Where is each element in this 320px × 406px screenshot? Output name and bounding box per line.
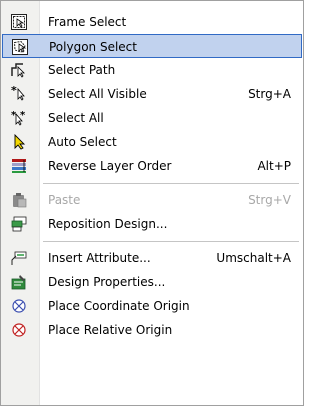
context-menu: Frame Select Polygon Select Select Path … xyxy=(0,0,304,406)
menu-item-shortcut: Strg+V xyxy=(248,193,291,207)
menu-item-select-path[interactable]: Select Path xyxy=(2,58,302,82)
menu-item-reposition-design[interactable]: Reposition Design... xyxy=(2,212,302,236)
menu-item-label: Reposition Design... xyxy=(48,217,168,231)
menu-item-label: Paste xyxy=(48,193,81,207)
menu-item-polygon-select[interactable]: Polygon Select xyxy=(2,34,302,58)
menu-separator xyxy=(43,241,299,242)
insert-attribute-icon xyxy=(10,249,28,267)
menu-item-place-relative-origin[interactable]: Place Relative Origin xyxy=(2,318,302,342)
place-relative-origin-icon xyxy=(10,321,28,339)
reposition-design-icon xyxy=(10,215,28,233)
menu-item-place-coordinate-origin[interactable]: Place Coordinate Origin xyxy=(2,294,302,318)
menu-item-reverse-layer-order[interactable]: Reverse Layer Order Alt+P xyxy=(2,154,302,178)
menu-item-label: Auto Select xyxy=(48,135,117,149)
menu-item-label: Insert Attribute... xyxy=(48,251,151,265)
menu-item-label: Place Relative Origin xyxy=(48,323,173,337)
menu-item-label: Select All Visible xyxy=(48,87,147,101)
menu-item-label: Design Properties... xyxy=(48,275,166,289)
select-all-icon: * * xyxy=(10,109,28,127)
menu-item-paste[interactable]: Paste Strg+V xyxy=(2,188,302,212)
menu-item-shortcut: Strg+A xyxy=(248,87,291,101)
menu-item-frame-select[interactable]: Frame Select xyxy=(2,10,302,34)
menu-item-label: Select All xyxy=(48,111,104,125)
menu-item-label: Place Coordinate Origin xyxy=(48,299,190,313)
select-path-icon xyxy=(10,61,28,79)
menu-item-select-all[interactable]: * * Select All xyxy=(2,106,302,130)
svg-text:*: * xyxy=(11,86,17,97)
paste-icon xyxy=(10,191,28,209)
design-properties-icon xyxy=(10,273,28,291)
place-coordinate-origin-icon xyxy=(10,297,28,315)
frame-select-icon xyxy=(10,13,28,31)
menu-item-design-properties[interactable]: Design Properties... xyxy=(2,270,302,294)
menu-item-auto-select[interactable]: Auto Select xyxy=(2,130,302,154)
menu-separator xyxy=(43,183,299,184)
menu-item-label: Select Path xyxy=(48,63,116,77)
select-all-visible-icon: * xyxy=(10,85,28,103)
menu-item-insert-attribute[interactable]: Insert Attribute... Umschalt+A xyxy=(2,246,302,270)
menu-item-shortcut: Alt+P xyxy=(257,159,291,173)
menu-item-label: Frame Select xyxy=(48,15,127,29)
menu-item-label: Reverse Layer Order xyxy=(48,159,172,173)
reverse-layer-order-icon xyxy=(10,157,28,175)
menu-item-shortcut: Umschalt+A xyxy=(216,251,291,265)
menu-item-label: Polygon Select xyxy=(49,40,137,54)
auto-select-icon xyxy=(10,133,28,151)
menu-item-select-all-visible[interactable]: * Select All Visible Strg+A xyxy=(2,82,302,106)
polygon-select-icon xyxy=(11,38,29,56)
